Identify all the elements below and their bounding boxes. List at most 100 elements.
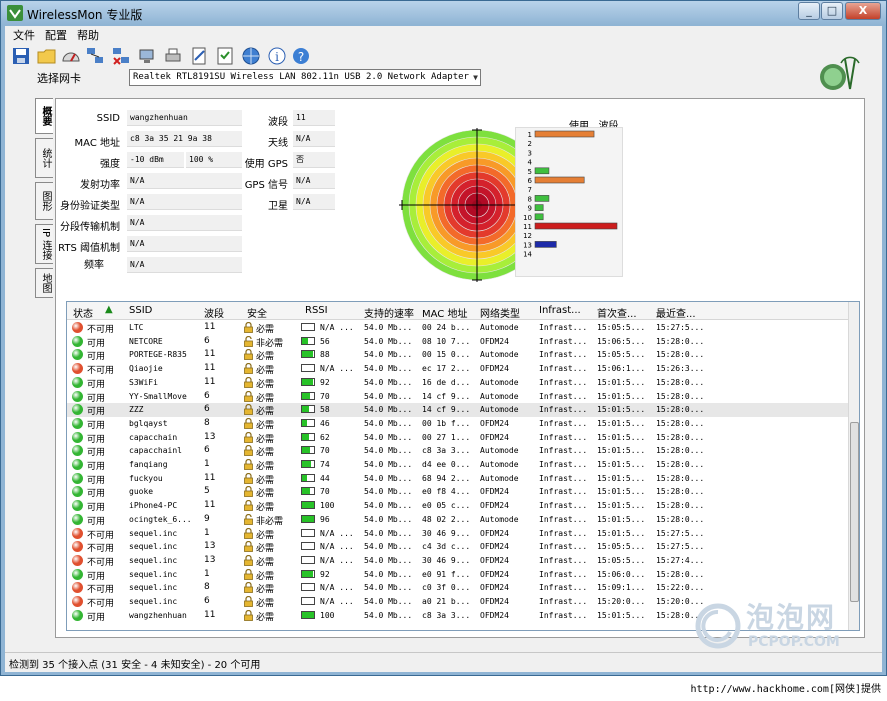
menu-help[interactable]: 帮助 xyxy=(77,27,99,43)
table-row[interactable]: 可用 iPhone4-PC 11 54.0 Mb... e0 05 c... OFDM24… xyxy=(67,499,848,513)
table-row[interactable]: 可用 fuckyou 11 54.0 Mb... 68 94 2... Automode I… xyxy=(67,472,848,486)
chevron-down-icon[interactable]: ▼ xyxy=(473,70,478,85)
cell-first-seen: 15:09:1... xyxy=(597,583,646,593)
save-icon[interactable] xyxy=(11,46,31,66)
tab-graph[interactable]: 图形 xyxy=(35,182,53,220)
col-network-type[interactable]: 网络类型 xyxy=(480,305,520,320)
table-row[interactable]: 不可用 sequel.inc 13 54.0 Mb... 30 46 9... OFDM2… xyxy=(67,554,848,568)
gauge-icon[interactable] xyxy=(61,46,81,66)
rssi-bar-fill xyxy=(302,515,314,522)
menu-file[interactable]: 文件 xyxy=(13,27,35,43)
rssi-bar-fill xyxy=(302,461,311,467)
table-row[interactable]: 不可用 sequel.inc 1 54.0 Mb... 30 46 9... OFDM24… xyxy=(67,527,848,541)
tab-ip-connection[interactable]: IP 连接 xyxy=(35,224,53,264)
maximize-button[interactable]: □ xyxy=(821,2,843,20)
table-row[interactable]: 可用 ZZZ 6 54.0 Mb... 14 cf 9... Automode Infras… xyxy=(67,403,848,418)
col-channel[interactable]: 波段 xyxy=(204,305,224,320)
scrollbar-thumb[interactable] xyxy=(850,422,859,602)
help-icon[interactable]: ? xyxy=(291,46,311,66)
cell-mac: 30 46 9... xyxy=(422,528,471,538)
table-row[interactable]: 可用 NETCORE 6 54.0 Mb... 08 10 7... OFDM24 Infr… xyxy=(67,335,848,349)
adapter-select[interactable]: Realtek RTL8191SU Wireless LAN 802.11n U… xyxy=(129,69,481,86)
menu-config[interactable]: 配置 xyxy=(45,27,67,43)
cell-first-seen: 15:06:5... xyxy=(597,336,646,346)
open-folder-icon[interactable] xyxy=(37,46,57,66)
edit-icon[interactable] xyxy=(189,46,209,66)
channel-tick-label: 12 xyxy=(523,232,532,240)
cell-rates: 54.0 Mb... xyxy=(364,597,413,606)
table-row[interactable]: 可用 bglqayst 8 54.0 Mb... 00 1b f... OFDM24 Inf… xyxy=(67,417,848,431)
tab-map[interactable]: 地图 xyxy=(35,268,53,298)
cell-network-type: OFDM24 xyxy=(480,418,509,428)
cell-network-type: OFDM24 xyxy=(480,528,509,538)
list-scrollbar[interactable] xyxy=(848,302,859,630)
table-row[interactable]: 可用 capacchain 13 54.0 Mb... 00 27 1... OFDM24… xyxy=(67,431,848,445)
network-list[interactable]: 状态 ▲ SSID 波段 安全 RSSI 支持的速率 MAC 地址 网络类型 I… xyxy=(66,301,860,631)
col-security[interactable]: 安全 xyxy=(247,305,267,320)
mac-label: MAC 地址 xyxy=(74,138,120,149)
use-gps-value: 否 xyxy=(293,152,335,168)
table-row[interactable]: 可用 guoke 5 54.0 Mb... e0 f8 4... OFDM24 Infras… xyxy=(67,485,848,499)
cell-rates: 54.0 Mb... xyxy=(364,569,413,579)
print-icon[interactable] xyxy=(163,46,183,66)
cell-channel: 9 xyxy=(204,513,210,524)
channel-usage-chart: 1234567891011121314 xyxy=(523,130,618,259)
rssi-bar-fill xyxy=(302,419,308,426)
cell-last-seen: 15:28:0... xyxy=(656,336,705,346)
available-status-icon xyxy=(72,445,83,457)
channel-tick-label: 2 xyxy=(528,140,532,148)
cell-mac: 00 15 0... xyxy=(422,350,471,360)
table-row[interactable]: 可用 PORTEGE-R835 11 54.0 Mb... 00 15 0... Auto… xyxy=(67,348,848,362)
table-row[interactable]: 可用 fanqiang 1 54.0 Mb... d4 ee 0... Automode I… xyxy=(67,458,848,472)
table-row[interactable]: 可用 ocingtek_6... 9 54.0 Mb... 48 02 2... Auto… xyxy=(67,513,848,527)
svg-text:i: i xyxy=(275,50,279,64)
globe-icon[interactable] xyxy=(241,46,261,66)
cell-last-seen: 15:28:0... xyxy=(656,405,705,415)
table-row[interactable]: 不可用 Qiaojie 11 54.0 Mb... ec 17 2... OFDM24 In… xyxy=(67,362,848,376)
table-row[interactable]: 可用 YY-SmallMove 6 54.0 Mb... 14 cf 9... Autom… xyxy=(67,390,848,404)
cell-rssi: N/A ... xyxy=(320,583,354,593)
col-last-seen[interactable]: 最近查... xyxy=(656,305,696,320)
close-button[interactable]: X xyxy=(845,2,881,20)
col-first-seen[interactable]: 首次查... xyxy=(597,305,637,320)
table-row[interactable]: 不可用 sequel.inc 8 54.0 Mb... c0 3f 0... OFDM24… xyxy=(67,581,848,595)
checklist-icon[interactable] xyxy=(215,46,235,66)
col-ssid[interactable]: SSID xyxy=(129,305,152,316)
table-row[interactable]: 不可用 LTC 11 54.0 Mb... 00 24 b... Automode Infr… xyxy=(67,321,848,335)
cell-channel: 6 xyxy=(204,445,210,456)
cell-ssid: capacchainl xyxy=(129,446,182,456)
network-icon[interactable] xyxy=(85,46,105,66)
monitor-icon[interactable] xyxy=(137,46,157,66)
rssi-bar xyxy=(301,350,315,359)
antenna-label: 天线 xyxy=(268,138,288,149)
col-infrastructure[interactable]: Infrast... xyxy=(539,305,581,316)
cell-mac: 14 cf 9... xyxy=(422,391,471,401)
minimize-button[interactable]: _ xyxy=(798,2,820,20)
col-rates[interactable]: 支持的速率 xyxy=(364,305,414,320)
channel-value: 11 xyxy=(293,110,335,126)
channel-usage-bar xyxy=(534,167,550,175)
tab-statistics[interactable]: 统计 xyxy=(35,138,53,178)
rssi-bar-fill xyxy=(302,406,309,413)
col-status[interactable]: 状态 xyxy=(73,305,93,320)
table-row[interactable]: 可用 capacchainl 6 54.0 Mb... c8 3a 3... Automo… xyxy=(67,444,848,458)
table-row[interactable]: 可用 S3WiFi 11 54.0 Mb... 16 de d... Automode In… xyxy=(67,376,848,390)
tab-overview[interactable]: 概要 xyxy=(35,98,53,134)
channel-usage-bar xyxy=(534,213,544,221)
lock-closed-icon xyxy=(244,390,253,402)
table-row[interactable]: 不可用 sequel.inc 13 54.0 Mb... c4 3d c... OFDM2… xyxy=(67,540,848,554)
cell-channel: 11 xyxy=(204,376,216,387)
unavailable-status-icon xyxy=(72,582,83,594)
disconnect-icon[interactable] xyxy=(111,46,131,66)
title-bar[interactable]: WirelessMon 专业版 _ □ X xyxy=(1,1,886,25)
col-rssi[interactable]: RSSI xyxy=(305,305,328,316)
available-status-icon xyxy=(72,376,83,388)
available-status-icon xyxy=(72,500,83,512)
cell-security: 必需 xyxy=(256,379,275,390)
cell-first-seen: 15:01:5... xyxy=(597,432,646,442)
info-icon[interactable]: i xyxy=(267,46,287,66)
rssi-bar xyxy=(301,569,315,578)
table-row[interactable]: 可用 sequel.inc 1 54.0 Mb... e0 91 f... OFDM24 I… xyxy=(67,568,848,582)
col-mac[interactable]: MAC 地址 xyxy=(422,305,467,320)
cell-security: 必需 xyxy=(256,503,275,514)
